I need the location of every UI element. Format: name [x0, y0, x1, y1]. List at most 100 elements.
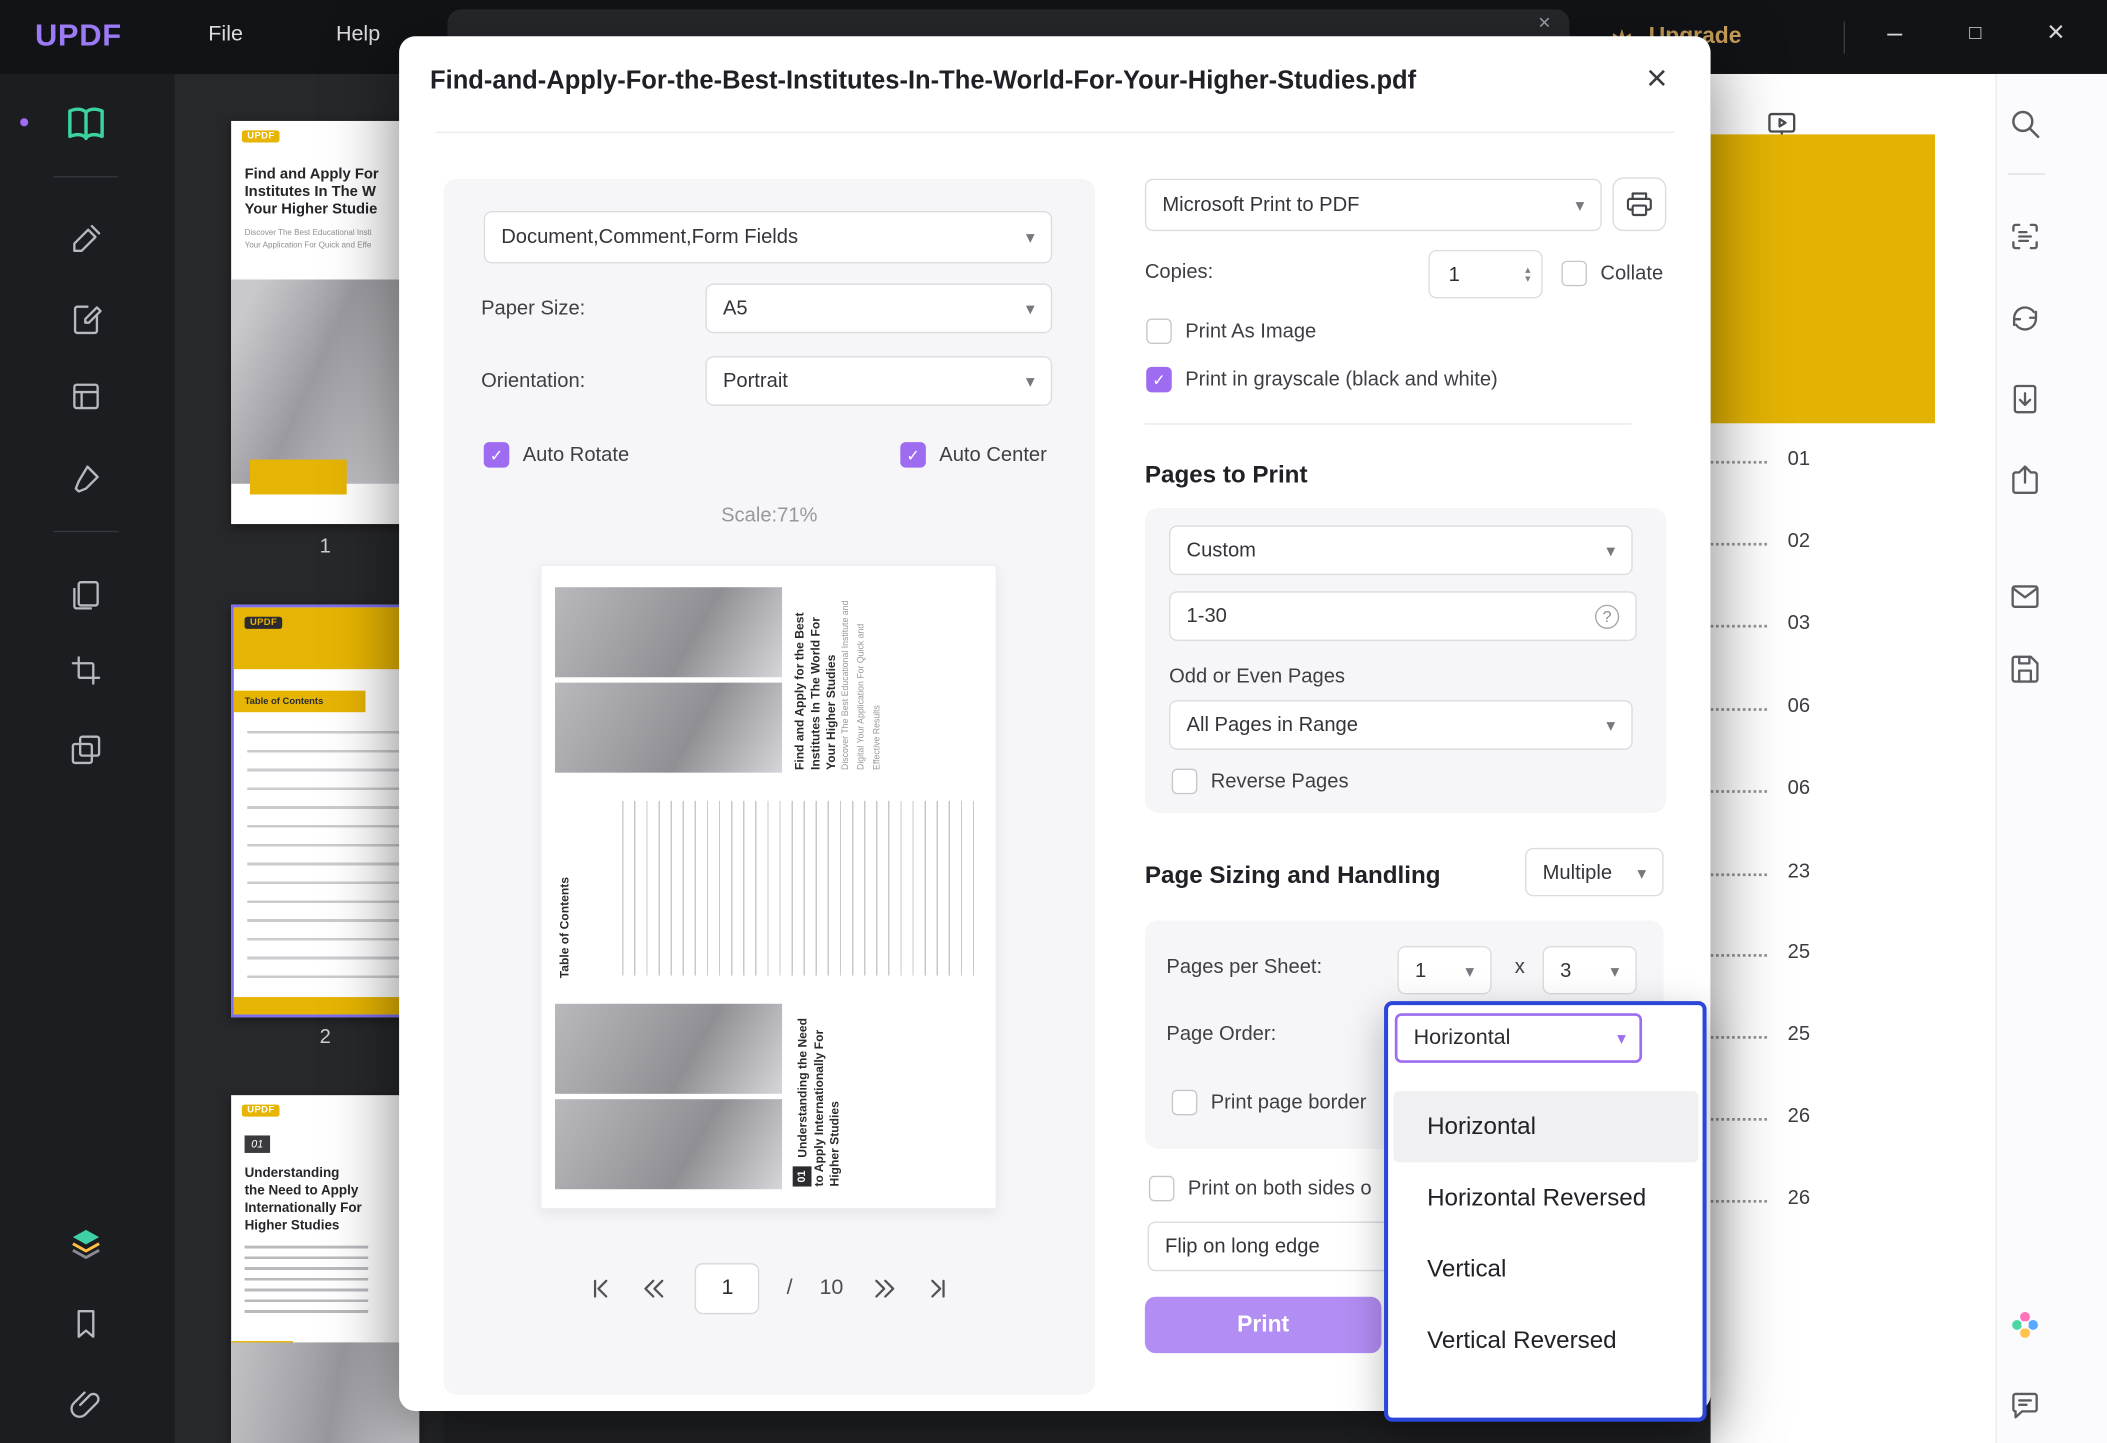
toc-row: 26 — [1710, 1101, 1810, 1127]
page-thumbnail-2[interactable]: UPDF Table of Contents — [231, 604, 420, 1018]
page-thumbnail-1[interactable]: UPDF Find and Apply For Institutes In Th… — [231, 120, 420, 525]
chevron-down-icon: ▾ — [1025, 298, 1035, 319]
last-page-icon[interactable] — [924, 1275, 951, 1302]
thumb-brand-logo: UPDF — [244, 616, 283, 629]
organize-pages-tool-icon[interactable] — [69, 379, 104, 414]
dialog-close-icon[interactable]: × — [1635, 58, 1678, 100]
dialog-divider — [435, 131, 1675, 134]
chevron-down-icon: ▾ — [1637, 862, 1647, 883]
page-order-dropdown: Horizontal ▾ Horizontal Horizontal Rever… — [1384, 1001, 1707, 1422]
left-toolbar — [0, 73, 175, 1443]
collate-checkbox[interactable]: Collate — [1561, 260, 1663, 287]
preview-section-badge: 01 — [792, 1166, 813, 1187]
layers-icon[interactable] — [69, 1226, 104, 1261]
thumb2-text-lines — [247, 731, 404, 980]
document-view: 01 02 03 06 06 23 25 25 26 26 — [1710, 73, 2107, 1443]
preview-sheet-page-1: Find and Apply for the Best Institutes I… — [554, 579, 985, 781]
auto-center-checkbox[interactable]: ✓ Auto Center — [900, 442, 1047, 468]
thumb-brand-logo: UPDF — [241, 130, 280, 143]
toolbar-divider — [53, 176, 119, 178]
help-icon[interactable]: ? — [1595, 604, 1620, 629]
toc-row: 02 — [1710, 525, 1810, 552]
grayscale-checkbox[interactable]: ✓ Print in grayscale (black and white) — [1146, 366, 1498, 393]
paper-size-label: Paper Size: — [481, 296, 586, 320]
sheet-cols-select[interactable]: 1 ▾ — [1397, 946, 1492, 995]
page-order-option-horizontal[interactable]: Horizontal — [1393, 1091, 1699, 1163]
thumb2-footer-band — [233, 997, 417, 1015]
auto-rotate-checkbox[interactable]: ✓ Auto Rotate — [483, 442, 629, 468]
previous-page-icon[interactable] — [641, 1275, 668, 1302]
help-menu[interactable]: Help — [336, 23, 380, 47]
toc-row: 25 — [1710, 1019, 1810, 1045]
stepper-arrows[interactable]: ▴ ▾ — [1525, 264, 1531, 285]
share-icon[interactable] — [2008, 462, 2043, 497]
bookmark-icon[interactable] — [69, 1306, 104, 1341]
toc-dots — [1710, 954, 1768, 957]
first-page-icon[interactable] — [588, 1275, 615, 1302]
content-select[interactable]: Document,Comment,Form Fields ▾ — [483, 210, 1053, 264]
toc-row: 06 — [1710, 773, 1810, 800]
printer-properties-button[interactable] — [1612, 177, 1667, 232]
file-menu[interactable]: File — [208, 23, 243, 47]
chevron-down-icon: ▾ — [1025, 370, 1035, 392]
pages-to-print-panel: Custom ▾ 1-30 ? Odd or Even Pages All Pa… — [1144, 507, 1667, 813]
edit-tool-icon[interactable] — [69, 302, 104, 337]
reader-mode-icon[interactable] — [62, 98, 110, 146]
preview-sheet-page-2: Table of Contents — [555, 787, 985, 989]
next-page-icon[interactable] — [870, 1275, 897, 1302]
search-icon[interactable] — [2008, 106, 2043, 141]
odd-even-select[interactable]: All Pages in Range ▾ — [1169, 700, 1633, 750]
page-order-select[interactable]: Horizontal ▾ — [1394, 1013, 1643, 1063]
copies-stepper[interactable]: 1 ▴ ▾ — [1428, 249, 1543, 299]
extract-pages-icon[interactable] — [2008, 382, 2043, 417]
page-range-input[interactable]: 1-30 ? — [1169, 591, 1637, 641]
ai-assistant-icon[interactable] — [2008, 1307, 2043, 1342]
page-sizing-heading: Page Sizing and Handling — [1144, 861, 1441, 889]
orientation-select[interactable]: Portrait ▾ — [705, 356, 1053, 406]
preview-photo-blocks — [554, 579, 783, 781]
page-tools-icon[interactable] — [69, 578, 104, 613]
preview-panel: Document,Comment,Form Fields ▾ Paper Siz… — [443, 178, 1096, 1395]
save-icon[interactable] — [2008, 652, 2043, 687]
paper-size-select[interactable]: A5 ▾ — [705, 283, 1053, 334]
maximize-button[interactable]: □ — [1951, 22, 1999, 45]
dialog-title: Find-and-Apply-For-the-Best-Institutes-I… — [430, 67, 1417, 96]
ocr-icon[interactable] — [2008, 219, 2043, 254]
print-page-border-checkbox[interactable]: Print page border — [1171, 1089, 1366, 1116]
notification-dot — [20, 118, 29, 127]
page-order-option-horizontal-reversed[interactable]: Horizontal Reversed — [1393, 1162, 1698, 1233]
pages-per-sheet-label: Pages per Sheet: — [1166, 955, 1323, 979]
comment-tool-icon[interactable] — [69, 222, 104, 257]
stamp-tool-icon[interactable] — [69, 732, 104, 767]
crop-tool-icon[interactable] — [69, 653, 104, 688]
convert-icon[interactable] — [2008, 301, 2043, 336]
tab-close-icon[interactable]: × — [1538, 12, 1551, 36]
page-order-label: Page Order: — [1166, 1022, 1277, 1046]
section-divider — [1144, 423, 1632, 425]
print-as-image-checkbox[interactable]: Print As Image — [1146, 318, 1316, 344]
window-close-button[interactable]: × — [2032, 15, 2080, 50]
page-number-label: 2 — [319, 1025, 331, 1049]
sizing-mode-select[interactable]: Multiple ▾ — [1525, 847, 1664, 897]
page-order-option-vertical[interactable]: Vertical — [1393, 1234, 1698, 1305]
toc-row: 06 — [1710, 691, 1810, 718]
page-order-option-vertical-reversed[interactable]: Vertical Reversed — [1393, 1305, 1698, 1376]
reverse-pages-checkbox[interactable]: Reverse Pages — [1171, 768, 1349, 795]
print-button[interactable]: Print — [1144, 1296, 1382, 1354]
updf-logo: UPDF — [34, 17, 122, 53]
attachment-icon[interactable] — [69, 1387, 104, 1422]
chat-icon[interactable] — [2008, 1388, 2043, 1423]
page-range-mode-select[interactable]: Custom ▾ — [1169, 525, 1633, 576]
toc-dots — [1710, 1118, 1768, 1121]
mail-icon[interactable] — [2008, 579, 2043, 614]
current-page-input[interactable]: 1 — [695, 1263, 760, 1315]
print-both-sides-checkbox[interactable]: Print on both sides o — [1148, 1175, 1372, 1202]
sign-tool-icon[interactable] — [69, 461, 104, 496]
page-thumbnail-3[interactable]: UPDF 01 Understanding the Need to Apply … — [231, 1095, 420, 1443]
toc-row: 26 — [1710, 1183, 1810, 1209]
sheet-rows-select[interactable]: 3 ▾ — [1542, 946, 1637, 995]
minimize-button[interactable]: – — [1871, 19, 1919, 50]
toc-dots — [1710, 460, 1768, 464]
stepper-down-icon: ▾ — [1525, 272, 1531, 285]
printer-select[interactable]: Microsoft Print to PDF ▾ — [1144, 178, 1602, 232]
